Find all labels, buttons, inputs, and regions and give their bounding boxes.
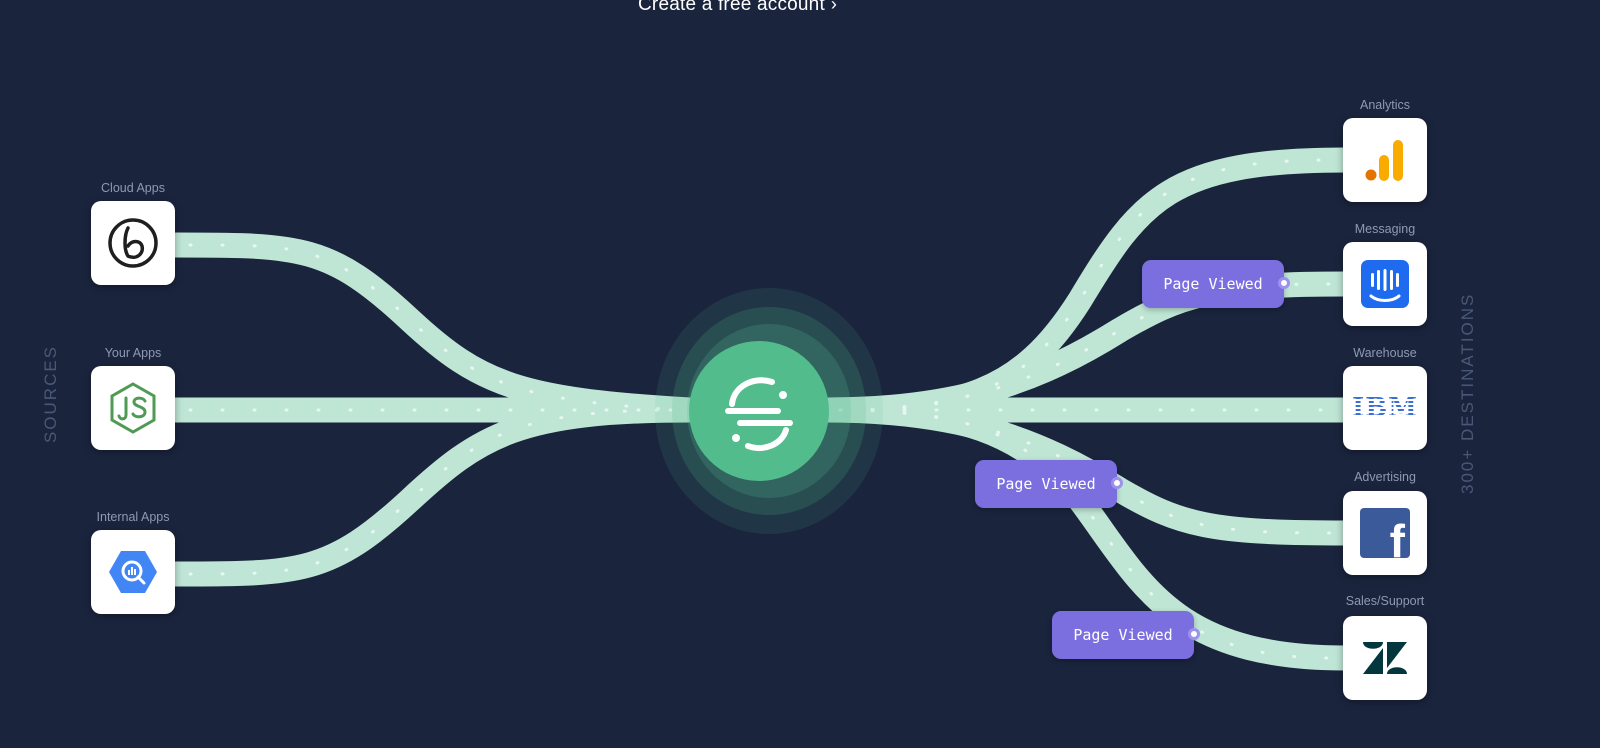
- ibm-icon: IBM: [1352, 393, 1418, 423]
- braze-icon: [108, 218, 158, 268]
- destination-tile-sales-support[interactable]: [1343, 616, 1427, 700]
- segment-logo-icon: [725, 377, 793, 451]
- category-label-messaging: Messaging: [1354, 222, 1416, 236]
- facebook-icon: f: [1360, 508, 1410, 558]
- category-label-advertising: Advertising: [1354, 470, 1416, 484]
- source-tile-internal-apps[interactable]: [91, 530, 175, 614]
- cta-label: Create a free account: [638, 0, 825, 15]
- category-label-analytics: Analytics: [1359, 98, 1411, 112]
- destination-tile-analytics[interactable]: [1343, 118, 1427, 202]
- chevron-right-icon: ›: [830, 0, 838, 14]
- zendesk-icon: [1363, 642, 1407, 674]
- category-label-cloud-apps: Cloud Apps: [101, 181, 165, 195]
- bigquery-icon: [109, 551, 157, 593]
- category-label-internal-apps: Internal Apps: [96, 510, 170, 524]
- event-chip-messaging: Page Viewed: [1142, 260, 1290, 308]
- pipe-cloud-apps: [163, 232, 703, 423]
- pipe-internal-apps: [163, 397, 703, 587]
- source-tile-your-apps[interactable]: [91, 366, 175, 450]
- nodejs-icon: [110, 382, 156, 434]
- segment-hub[interactable]: [689, 341, 829, 481]
- event-chip-sales-support: Page Viewed: [1052, 611, 1200, 659]
- event-dot: [1111, 477, 1123, 489]
- destination-tile-advertising[interactable]: f: [1343, 491, 1427, 575]
- create-free-account-link[interactable]: Create a free account ›: [638, 0, 837, 16]
- sources-label: SOURCES: [41, 344, 60, 444]
- destinations-label: 300+ DESTINATIONS: [1458, 292, 1477, 494]
- source-tile-cloud-apps[interactable]: [91, 201, 175, 285]
- category-label-warehouse: Warehouse: [1353, 346, 1417, 360]
- event-chip-label: Page Viewed: [1163, 275, 1263, 293]
- intercom-icon: [1361, 260, 1409, 308]
- event-chip-label: Page Viewed: [996, 475, 1096, 493]
- event-dot: [1188, 628, 1200, 640]
- event-chip-advertising: Page Viewed: [975, 460, 1123, 508]
- category-label-sales-support: Sales/Support: [1345, 594, 1425, 608]
- destination-tile-warehouse[interactable]: IBM: [1343, 366, 1427, 450]
- google-analytics-icon: [1365, 140, 1403, 181]
- event-dot: [1278, 277, 1290, 289]
- event-chip-label: Page Viewed: [1073, 626, 1173, 644]
- integration-diagram: Create a free account › SOURCES 300+ DEST…: [0, 0, 1600, 748]
- destination-tile-messaging[interactable]: [1343, 242, 1427, 326]
- facebook-logo-letter: f: [1389, 515, 1405, 558]
- category-label-your-apps: Your Apps: [104, 346, 162, 360]
